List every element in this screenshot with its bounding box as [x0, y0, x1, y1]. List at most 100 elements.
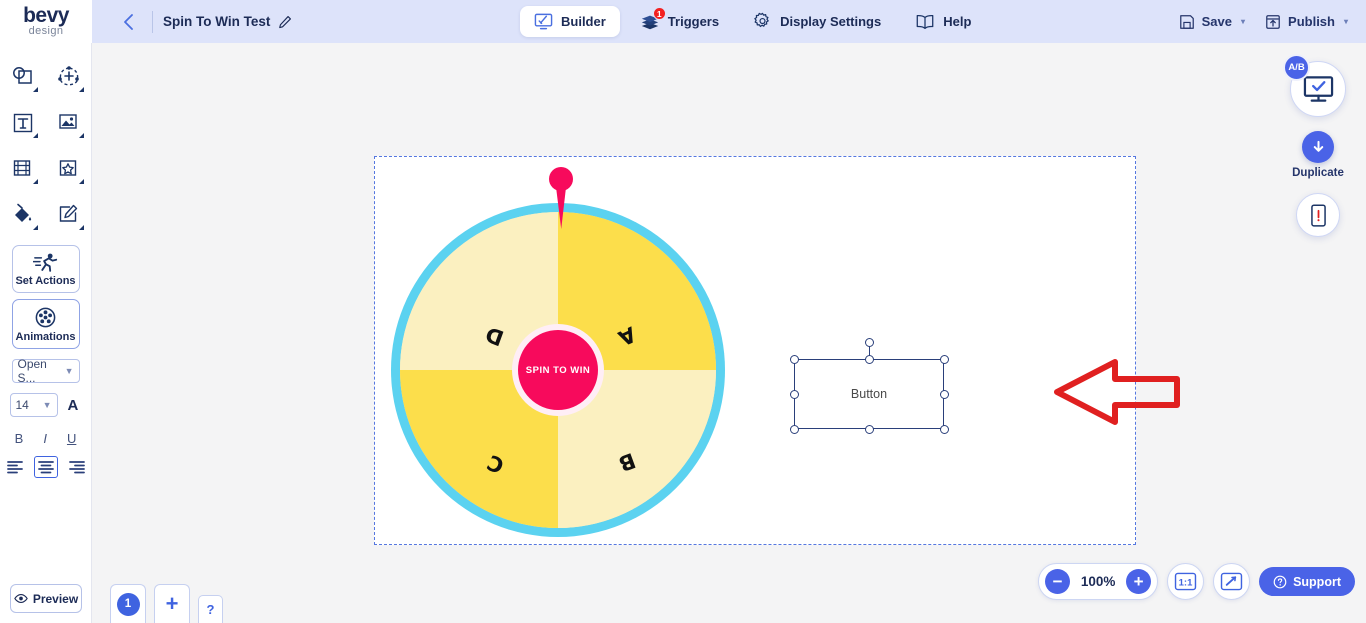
- zoom-out-button[interactable]: −: [1045, 569, 1070, 594]
- tool-corner-marker: [33, 225, 38, 230]
- publish-label: Publish: [1288, 14, 1335, 29]
- page-tab-1[interactable]: 1: [110, 584, 146, 623]
- font-size-value: 14: [16, 398, 29, 412]
- svg-text:1:1: 1:1: [1179, 577, 1193, 588]
- mobile-view-button[interactable]: [1296, 193, 1340, 237]
- publish-button[interactable]: Publish ▾: [1265, 14, 1348, 30]
- resize-handle-ne[interactable]: [940, 355, 949, 364]
- animations-label: Animations: [16, 331, 76, 343]
- save-caret[interactable]: ▾: [1241, 17, 1245, 26]
- tool-corner-marker: [79, 179, 84, 184]
- actual-size-button[interactable]: 1:1: [1167, 563, 1204, 600]
- font-size-select[interactable]: 14 ▼: [10, 393, 58, 417]
- text-tool[interactable]: [1, 103, 45, 143]
- fill-tool[interactable]: [1, 195, 45, 235]
- back-button[interactable]: [114, 8, 142, 36]
- align-left-button[interactable]: [3, 456, 27, 478]
- zoom-in-button[interactable]: +: [1126, 569, 1151, 594]
- preview-button[interactable]: Preview: [10, 584, 82, 613]
- document-title: Spin To Win Test: [163, 14, 270, 29]
- desktop-view-button[interactable]: A/B: [1290, 61, 1346, 117]
- italic-button[interactable]: I: [43, 431, 47, 446]
- animations-button[interactable]: Animations: [12, 299, 80, 349]
- bold-button[interactable]: B: [15, 431, 24, 446]
- tab-help[interactable]: Help: [901, 6, 985, 37]
- tool-corner-marker: [79, 133, 84, 138]
- gear-icon: [753, 12, 772, 31]
- chevron-down-icon: ▼: [65, 366, 74, 376]
- align-left-icon: [7, 460, 23, 474]
- desktop-check-icon: [1303, 75, 1334, 103]
- shapes-tool[interactable]: [1, 57, 45, 97]
- duplicate-label: Duplicate: [1280, 167, 1356, 179]
- text-align-row: [0, 456, 91, 478]
- ab-test-badge[interactable]: A/B: [1283, 54, 1310, 81]
- title-edit-button[interactable]: [278, 15, 292, 29]
- resize-handle-sw[interactable]: [790, 425, 799, 434]
- video-tool[interactable]: [1, 149, 45, 189]
- resize-handle-e[interactable]: [940, 390, 949, 399]
- tab-triggers[interactable]: 1 Triggers: [626, 6, 733, 37]
- image-tool[interactable]: [47, 103, 91, 143]
- zoom-pill: − 100% +: [1038, 563, 1158, 600]
- tab-triggers-label: Triggers: [668, 14, 719, 29]
- underline-button[interactable]: U: [67, 431, 76, 446]
- tool-corner-marker: [79, 225, 84, 230]
- logo-tagline: design: [29, 25, 64, 37]
- wheel-hub[interactable]: SPIN TO WIN: [512, 324, 604, 416]
- resize-handle-w[interactable]: [790, 390, 799, 399]
- wheel-hub-label: SPIN TO WIN: [518, 330, 598, 410]
- chevron-left-icon: [121, 12, 136, 32]
- resize-handle-nw[interactable]: [790, 355, 799, 364]
- text-style-row: B I U: [0, 431, 91, 446]
- add-element-tool[interactable]: [47, 57, 91, 97]
- book-icon: [915, 13, 935, 31]
- align-center-button[interactable]: [34, 456, 58, 478]
- plus-icon: +: [166, 593, 179, 615]
- zoom-level: 100%: [1079, 574, 1117, 589]
- eye-icon: [14, 593, 28, 604]
- font-family-value: Open S...: [18, 357, 65, 385]
- tab-builder[interactable]: Builder: [520, 6, 620, 37]
- text-color-button[interactable]: A: [68, 397, 79, 414]
- tab-display-settings[interactable]: Display Settings: [739, 6, 895, 37]
- spin-wheel-element[interactable]: D A C B SPIN TO WIN: [383, 161, 733, 541]
- publish-caret[interactable]: ▾: [1344, 17, 1348, 26]
- help-tab-button[interactable]: ?: [198, 595, 223, 623]
- resize-handle-n[interactable]: [865, 355, 874, 364]
- rotate-handle[interactable]: [865, 338, 874, 347]
- button-element[interactable]: Button: [794, 359, 944, 429]
- running-person-icon: [33, 252, 59, 273]
- builder-monitor-icon: [534, 12, 553, 31]
- tool-corner-marker: [33, 133, 38, 138]
- draw-tool[interactable]: [47, 195, 91, 235]
- header-divider: [152, 11, 153, 33]
- set-actions-button[interactable]: Set Actions: [12, 245, 80, 293]
- header-tabs: Builder 1 Triggers: [520, 6, 985, 37]
- duplicate-button[interactable]: [1302, 131, 1334, 163]
- font-family-select[interactable]: Open S... ▼: [12, 359, 80, 383]
- app-logo[interactable]: bevy design: [0, 0, 92, 43]
- align-right-button[interactable]: [65, 456, 89, 478]
- selected-element-wrapper[interactable]: Button: [794, 359, 944, 429]
- align-center-icon: [38, 460, 54, 474]
- app-header: bevy design Spin To Win Test: [0, 0, 1366, 43]
- tab-help-label: Help: [943, 14, 971, 29]
- align-right-icon: [69, 460, 85, 474]
- icon-tool[interactable]: [47, 149, 91, 189]
- film-reel-icon: [34, 306, 57, 329]
- page-number: 1: [117, 593, 140, 616]
- save-button[interactable]: Save ▾: [1179, 14, 1245, 30]
- add-page-button[interactable]: +: [154, 584, 190, 623]
- fit-screen-button[interactable]: [1213, 563, 1250, 600]
- bevy-design-builder: bevy design Spin To Win Test: [0, 0, 1366, 623]
- resize-handle-s[interactable]: [865, 425, 874, 434]
- wheel-rim: D A C B SPIN TO WIN: [391, 203, 725, 537]
- resize-handle-se[interactable]: [940, 425, 949, 434]
- canvas-frame[interactable]: D A C B SPIN TO WIN: [374, 156, 1136, 545]
- set-actions-label: Set Actions: [15, 275, 75, 287]
- wheel-inner: D A C B SPIN TO WIN: [400, 212, 716, 528]
- support-button[interactable]: Support: [1259, 567, 1355, 596]
- workspace[interactable]: D A C B SPIN TO WIN: [92, 43, 1366, 623]
- triggers-layers-icon: 1: [640, 12, 660, 31]
